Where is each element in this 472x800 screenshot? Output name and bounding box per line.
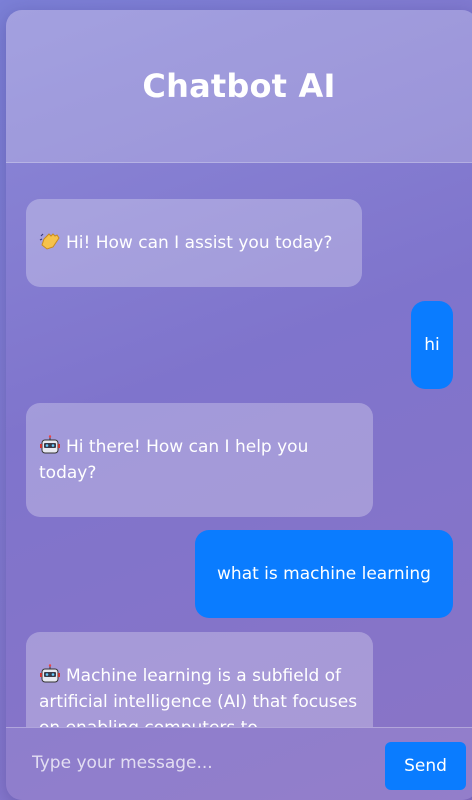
message-input[interactable]: [16, 742, 376, 784]
message-list[interactable]: Hi! How can I assist you today? hi Hi th…: [6, 163, 472, 727]
waving-hand-icon: [39, 231, 61, 251]
robot-icon: [39, 664, 61, 684]
bot-message: Machine learning is a subfield of artifi…: [26, 632, 373, 727]
user-message: hi: [411, 301, 453, 389]
robot-icon: [39, 435, 61, 455]
message-text: Hi there! How can I help you today?: [39, 437, 309, 483]
bot-message: Hi! How can I assist you today?: [26, 199, 362, 287]
bot-message: Hi there! How can I help you today?: [26, 403, 373, 517]
page-title: Chatbot AI: [142, 67, 336, 105]
chat-header: Chatbot AI: [6, 10, 472, 163]
message-text: what is machine learning: [217, 564, 431, 584]
chat-window: Chatbot AI Hi! How can I assist you toda…: [6, 10, 472, 800]
message-text: hi: [424, 335, 440, 355]
message-composer: Send: [6, 727, 472, 800]
message-text: Hi! How can I assist you today?: [66, 233, 333, 253]
send-button[interactable]: Send: [385, 742, 466, 790]
message-text: Machine learning is a subfield of artifi…: [39, 666, 358, 727]
user-message: what is machine learning: [195, 530, 453, 618]
